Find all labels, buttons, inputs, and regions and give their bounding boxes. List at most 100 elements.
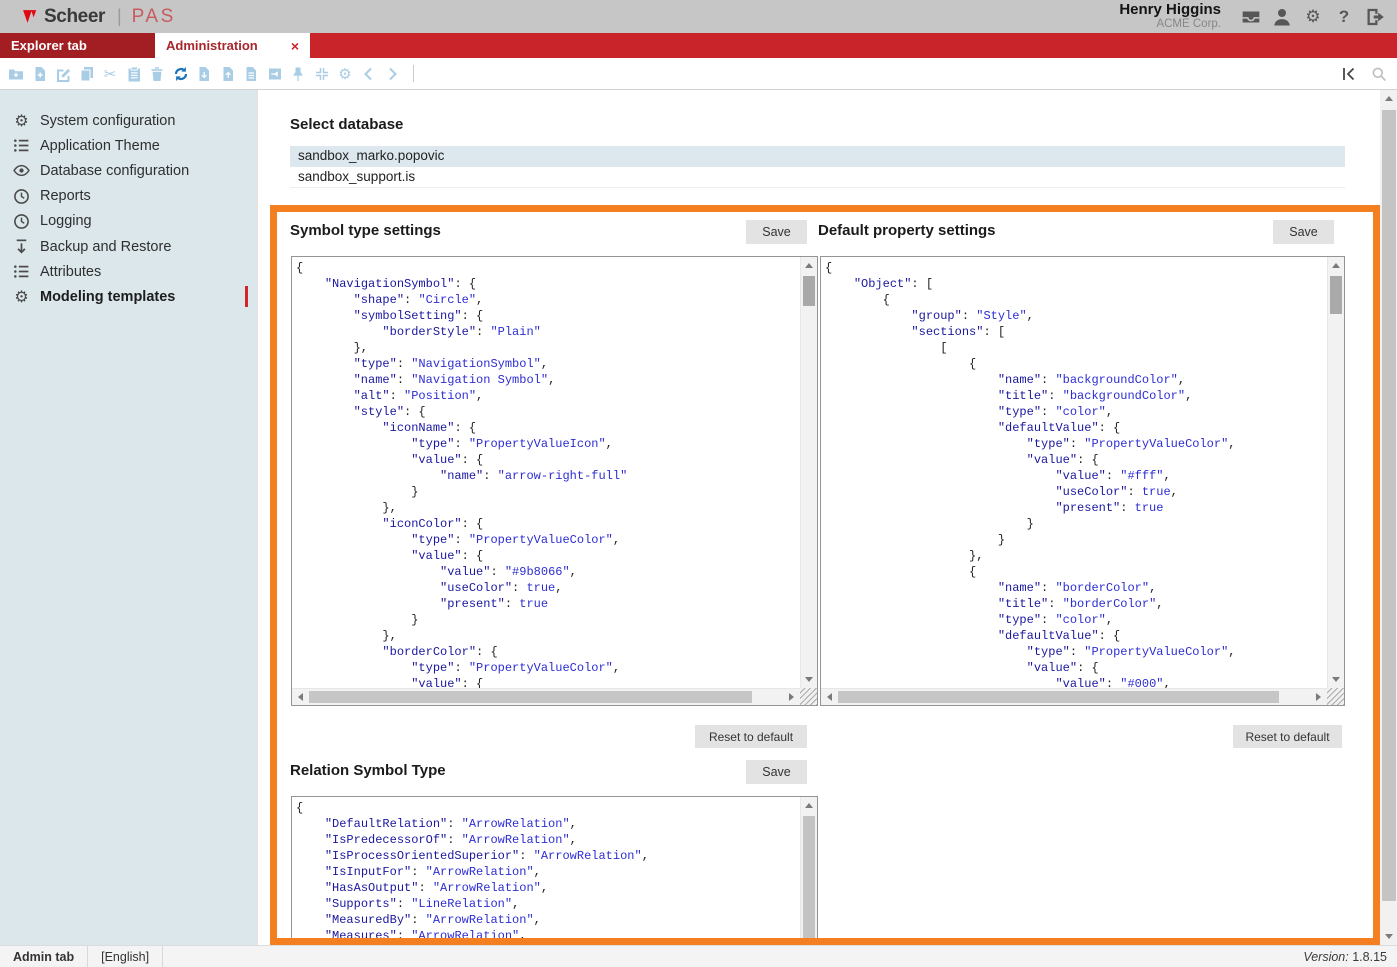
toolbar-paste-button[interactable] xyxy=(126,66,142,82)
sidebar-item-application-theme[interactable]: Application Theme xyxy=(0,133,256,158)
toolbar-chevron-left-button[interactable] xyxy=(361,66,377,82)
app-window: Scheer | PAS Henry Higgins ACME Corp. ⚙?… xyxy=(0,0,1397,967)
toolbar-search-button[interactable] xyxy=(1371,66,1387,82)
user-icon xyxy=(1272,7,1292,27)
toolbar-cut-button[interactable]: ✂ xyxy=(102,66,118,82)
scroll-down-icon[interactable] xyxy=(1380,928,1397,945)
scroll-down-icon[interactable] xyxy=(1328,671,1344,688)
resize-grip[interactable] xyxy=(800,688,817,705)
scroll-up-icon[interactable] xyxy=(1380,90,1397,107)
app-header: Scheer | PAS Henry Higgins ACME Corp. ⚙? xyxy=(0,0,1397,33)
scroll-right-icon[interactable] xyxy=(783,689,800,705)
pin-icon xyxy=(290,66,306,82)
toolbar-refresh-button[interactable] xyxy=(173,66,189,82)
toolbar-collapse-button[interactable] xyxy=(314,66,330,82)
inbox-icon xyxy=(1241,7,1261,27)
tab-administration[interactable]: Administration× xyxy=(155,33,310,58)
symbol-type-code[interactable]: { "NavigationSymbol": { "shape": "Circle… xyxy=(292,257,800,688)
sidebar-item-logging[interactable]: Logging xyxy=(0,209,256,234)
default-property-reset-button[interactable]: Reset to default xyxy=(1233,725,1342,748)
vertical-scrollbar[interactable] xyxy=(800,797,817,945)
toolbar-share-button[interactable] xyxy=(267,66,283,82)
sidebar-item-attributes[interactable]: Attributes xyxy=(0,259,256,284)
product-name: PAS xyxy=(132,6,176,28)
horizontal-scrollbar[interactable] xyxy=(292,688,800,705)
version-value: 1.8.15 xyxy=(1352,950,1387,964)
vertical-scrollbar[interactable] xyxy=(800,257,817,688)
toolbar-file-plus-button[interactable] xyxy=(32,66,48,82)
default-property-code[interactable]: { "Object": [ { "group": "Style", "secti… xyxy=(821,257,1327,688)
vertical-scrollbar[interactable] xyxy=(1327,257,1344,688)
brand-mark-icon xyxy=(22,8,39,25)
toolbar-separator xyxy=(413,65,414,82)
admin-sidebar: ⚙System configurationApplication ThemeDa… xyxy=(0,90,258,945)
toolbar-copy-button[interactable] xyxy=(79,66,95,82)
relation-symbol-code[interactable]: { "DefaultRelation": "ArrowRelation", "I… xyxy=(292,797,800,945)
toolbar-file-text-button[interactable] xyxy=(243,66,259,82)
default-property-save-button[interactable]: Save xyxy=(1273,220,1334,244)
toolbar-chevron-right-button[interactable] xyxy=(384,66,400,82)
scroll-left-icon[interactable] xyxy=(821,689,838,705)
symbol-type-editor[interactable]: { "NavigationSymbol": { "shape": "Circle… xyxy=(291,256,818,706)
scroll-down-icon[interactable] xyxy=(801,671,817,688)
page-scrollbar[interactable] xyxy=(1380,90,1397,945)
status-language[interactable]: [English] xyxy=(88,946,163,967)
list-icon xyxy=(13,137,30,154)
relation-symbol-save-button[interactable]: Save xyxy=(746,760,807,784)
status-admin-tab[interactable]: Admin tab xyxy=(0,946,88,967)
toolbar-gear-button[interactable]: ⚙ xyxy=(337,66,353,82)
header-help-button[interactable]: ? xyxy=(1334,7,1354,27)
sidebar-item-database-configuration[interactable]: Database configuration xyxy=(0,158,256,183)
toolbar-icon-group: ✂⚙ xyxy=(8,65,414,82)
tab-bar: Explorer tabAdministration× xyxy=(0,33,1397,58)
sidebar-item-backup-and-restore[interactable]: Backup and Restore xyxy=(0,234,256,259)
scroll-up-icon[interactable] xyxy=(801,257,817,274)
database-list: sandbox_marko.popovicsandbox_support.is xyxy=(290,146,1345,188)
scrollbar-thumb[interactable] xyxy=(1330,276,1342,314)
symbol-type-reset-button[interactable]: Reset to default xyxy=(695,725,807,748)
database-option-sandbox-support-is[interactable]: sandbox_support.is xyxy=(290,167,1345,188)
tab-explorer-tab[interactable]: Explorer tab xyxy=(0,33,155,58)
toolbar-trash-button[interactable] xyxy=(149,66,165,82)
toolbar-file-download-button[interactable] xyxy=(196,66,212,82)
eye-icon xyxy=(13,162,30,179)
user-name: Henry Higgins xyxy=(1119,2,1221,18)
default-property-editor[interactable]: { "Object": [ { "group": "Style", "secti… xyxy=(820,256,1345,706)
header-user-button[interactable] xyxy=(1272,7,1292,27)
toolbar-file-upload-button[interactable] xyxy=(220,66,236,82)
header-icon-group: ⚙? xyxy=(1241,7,1385,27)
close-icon[interactable]: × xyxy=(291,39,299,53)
sidebar-item-modeling-templates[interactable]: ⚙Modeling templates xyxy=(0,284,256,309)
sidebar-item-system-configuration[interactable]: ⚙System configuration xyxy=(0,108,256,133)
scroll-up-icon[interactable] xyxy=(801,797,817,814)
toolbar-pin-button[interactable] xyxy=(290,66,306,82)
scroll-left-icon[interactable] xyxy=(292,689,309,705)
scroll-up-icon[interactable] xyxy=(1328,257,1344,274)
scroll-right-icon[interactable] xyxy=(1310,689,1327,705)
toolbar-folder-plus-button[interactable] xyxy=(8,66,24,82)
toolbar-collapse-left-button[interactable] xyxy=(1340,66,1358,82)
resize-grip[interactable] xyxy=(1327,688,1344,705)
relation-symbol-editor[interactable]: { "DefaultRelation": "ArrowRelation", "I… xyxy=(291,796,818,945)
symbol-type-save-button[interactable]: Save xyxy=(746,220,807,244)
scrollbar-thumb[interactable] xyxy=(838,691,1279,703)
file-download-icon xyxy=(196,66,212,82)
scrollbar-thumb[interactable] xyxy=(309,691,752,703)
horizontal-scrollbar[interactable] xyxy=(821,688,1327,705)
brand-logo: Scheer | PAS xyxy=(22,6,176,28)
scrollbar-thumb[interactable] xyxy=(803,276,815,306)
gear-icon: ⚙ xyxy=(13,288,30,305)
header-gear-button[interactable]: ⚙ xyxy=(1303,7,1323,27)
search-icon xyxy=(1371,66,1387,82)
header-inbox-button[interactable] xyxy=(1241,7,1261,27)
share-icon xyxy=(267,66,283,82)
header-logout-button[interactable] xyxy=(1365,7,1385,27)
brand-name: Scheer xyxy=(44,6,105,28)
toolbar-edit-button[interactable] xyxy=(55,66,71,82)
version-label: Version: xyxy=(1303,950,1348,964)
database-option-sandbox-marko-popovic[interactable]: sandbox_marko.popovic xyxy=(290,146,1345,167)
sidebar-item-reports[interactable]: Reports xyxy=(0,184,256,209)
scrollbar-thumb[interactable] xyxy=(1382,110,1396,901)
scrollbar-thumb[interactable] xyxy=(803,816,815,938)
header-right: Henry Higgins ACME Corp. ⚙? xyxy=(1119,2,1385,31)
